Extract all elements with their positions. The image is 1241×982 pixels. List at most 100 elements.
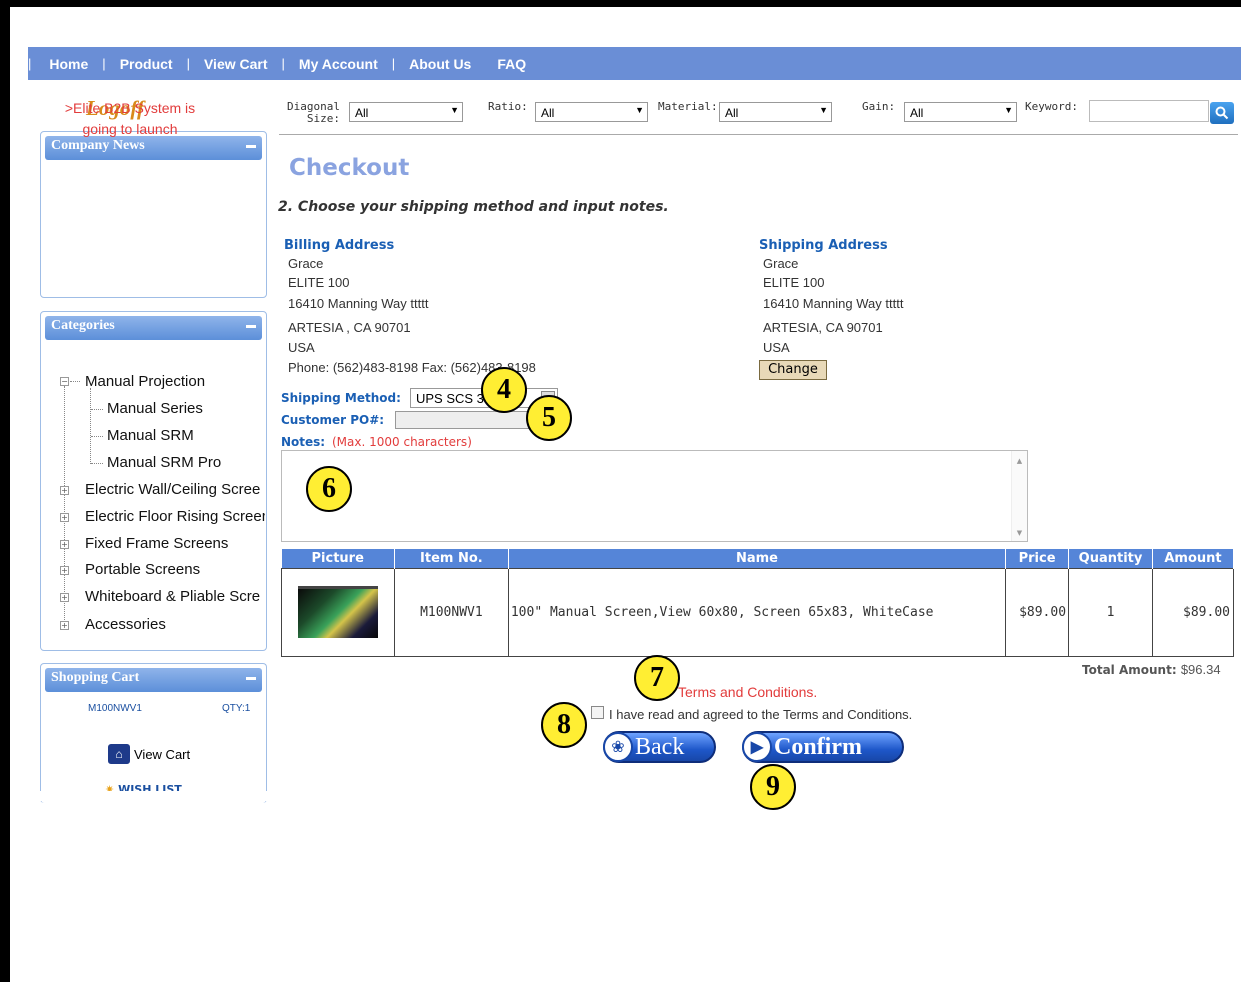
- shopping-cart-title: Shopping Cart: [51, 670, 140, 685]
- expand-node-icon[interactable]: +: [60, 566, 69, 575]
- category-manual-series[interactable]: Manual Series: [107, 400, 203, 417]
- shipping-method-label: Shipping Method:: [281, 391, 401, 405]
- collapse-icon[interactable]: [246, 325, 256, 328]
- gain-select[interactable]: All ▼: [904, 102, 1017, 122]
- confirm-button[interactable]: ▶ Confirm: [742, 731, 904, 763]
- news-item[interactable]: >Elite B2B System is going to launch: [55, 98, 205, 140]
- callout-7: 7: [634, 655, 680, 701]
- star-icon: ✷: [105, 783, 115, 791]
- search-icon: [1215, 106, 1229, 120]
- dropdown-arrow-icon: ▼: [819, 105, 828, 115]
- customer-po-input[interactable]: [395, 411, 530, 429]
- shipping-method-value: UPS SCS 3: [416, 391, 484, 406]
- company-news-title: Company News: [51, 138, 145, 153]
- nav-separator: |: [186, 56, 190, 71]
- nav-separator: |: [391, 56, 396, 71]
- column-header-quantity: Quantity: [1068, 549, 1153, 568]
- view-cart-link[interactable]: ⌂ View Cart: [108, 744, 190, 764]
- expand-node-icon[interactable]: +: [60, 593, 69, 602]
- category-manual-projection[interactable]: Manual Projection: [85, 373, 205, 390]
- table-header-row: Picture Item No. Name Price Quantity Amo…: [281, 549, 1234, 568]
- cart-icon: ⌂: [108, 744, 130, 764]
- diagonal-size-label: Diagonal Size:: [286, 101, 340, 125]
- column-header-amount: Amount: [1152, 549, 1234, 568]
- window-frame-left: [0, 0, 10, 982]
- item-number[interactable]: M100NWV1: [393, 567, 509, 657]
- nav-faq[interactable]: FAQ: [489, 56, 534, 72]
- expand-node-icon[interactable]: +: [60, 486, 69, 495]
- notes-label: Notes:: [281, 435, 326, 449]
- total-label: Total Amount:: [1082, 663, 1177, 677]
- ratio-select[interactable]: All ▼: [535, 102, 648, 122]
- diagonal-label-line2: Size:: [306, 112, 340, 125]
- callout-4: 4: [481, 367, 527, 413]
- customer-po-label: Customer PO#:: [281, 413, 385, 427]
- view-cart-label: View Cart: [134, 746, 191, 762]
- collapse-icon[interactable]: [246, 145, 256, 148]
- column-header-price: Price: [1005, 549, 1070, 568]
- column-header-item-no: Item No.: [394, 549, 509, 568]
- keyword-label: Keyword:: [1025, 100, 1078, 113]
- wish-list-label: WISH LIST: [118, 783, 182, 791]
- item-amount: $89.00: [1152, 567, 1234, 657]
- product-thumbnail[interactable]: [297, 586, 378, 638]
- expand-node-icon[interactable]: +: [60, 513, 69, 522]
- change-address-button[interactable]: Change: [759, 360, 827, 380]
- shipping-street: 16410 Manning Way ttttt: [763, 296, 904, 311]
- filter-divider: [279, 134, 1238, 135]
- nav-home[interactable]: Home: [41, 56, 96, 72]
- category-fixed-frame[interactable]: Fixed Frame Screens: [85, 535, 228, 552]
- terms-link[interactable]: Terms and Conditions.: [678, 684, 817, 700]
- expand-node-icon[interactable]: +: [60, 621, 69, 630]
- table-row: M100NWV1 100" Manual Screen,View 60x80, …: [281, 567, 1234, 657]
- category-electric-floor[interactable]: Electric Floor Rising Screer: [85, 508, 265, 525]
- wish-list-link[interactable]: ✷ WISH LIST: [105, 783, 205, 791]
- order-items-table: Picture Item No. Name Price Quantity Amo…: [281, 549, 1234, 657]
- nav-my-account[interactable]: My Account: [291, 56, 386, 72]
- collapse-node-icon[interactable]: −: [60, 377, 69, 386]
- tree-connector: [64, 386, 65, 626]
- keyword-input[interactable]: [1089, 100, 1209, 122]
- tree-connector: [91, 463, 103, 464]
- agree-checkbox[interactable]: [591, 706, 604, 719]
- expand-node-icon[interactable]: +: [60, 540, 69, 549]
- categories-header: Categories: [45, 316, 262, 340]
- notes-textarea[interactable]: ▲ ▼: [281, 450, 1028, 542]
- search-button[interactable]: [1210, 102, 1234, 124]
- billing-name: Grace: [288, 256, 324, 271]
- shipping-company: ELITE 100: [763, 275, 825, 290]
- tree-connector: [90, 388, 91, 464]
- shipping-country: USA: [763, 340, 790, 355]
- ratio-value: All: [541, 106, 555, 120]
- nav-product[interactable]: Product: [112, 56, 181, 72]
- category-whiteboard[interactable]: Whiteboard & Pliable Scre: [85, 588, 265, 605]
- total-amount: Total Amount: $96.34: [1082, 662, 1221, 677]
- billing-city: ARTESIA , CA 90701: [288, 320, 411, 335]
- step-heading: 2. Choose your shipping method and input…: [278, 199, 669, 215]
- shopping-cart-box: Shopping Cart: [40, 663, 267, 803]
- nav-about-us[interactable]: About Us: [401, 56, 479, 72]
- cart-item-name[interactable]: M100NWV1: [88, 703, 142, 714]
- tree-connector: [70, 381, 80, 382]
- category-portable[interactable]: Portable Screens: [85, 561, 200, 578]
- confirm-label: Confirm: [774, 733, 862, 760]
- billing-street: 16410 Manning Way ttttt: [288, 296, 429, 311]
- notes-scrollbar[interactable]: ▲ ▼: [1011, 451, 1027, 541]
- scroll-up-icon[interactable]: ▲: [1012, 457, 1027, 465]
- category-accessories[interactable]: Accessories: [85, 616, 166, 633]
- back-button[interactable]: ❀ Back: [603, 731, 716, 763]
- agree-label: I have read and agreed to the Terms and …: [609, 707, 913, 722]
- nav-view-cart[interactable]: View Cart: [196, 56, 276, 72]
- category-manual-srm[interactable]: Manual SRM: [107, 427, 194, 444]
- category-manual-srm-pro[interactable]: Manual SRM Pro: [107, 454, 221, 471]
- diagonal-size-select[interactable]: All ▼: [349, 102, 463, 122]
- diagonal-size-value: All: [355, 106, 369, 120]
- category-electric-wall[interactable]: Electric Wall/Ceiling Scree: [85, 481, 265, 498]
- window-frame-top: [0, 0, 1241, 7]
- gain-value: All: [910, 106, 924, 120]
- collapse-icon[interactable]: [246, 677, 256, 680]
- scroll-down-icon[interactable]: ▼: [1012, 529, 1027, 537]
- back-label: Back: [635, 733, 685, 760]
- material-select[interactable]: All ▼: [719, 102, 832, 122]
- callout-5: 5: [526, 395, 572, 441]
